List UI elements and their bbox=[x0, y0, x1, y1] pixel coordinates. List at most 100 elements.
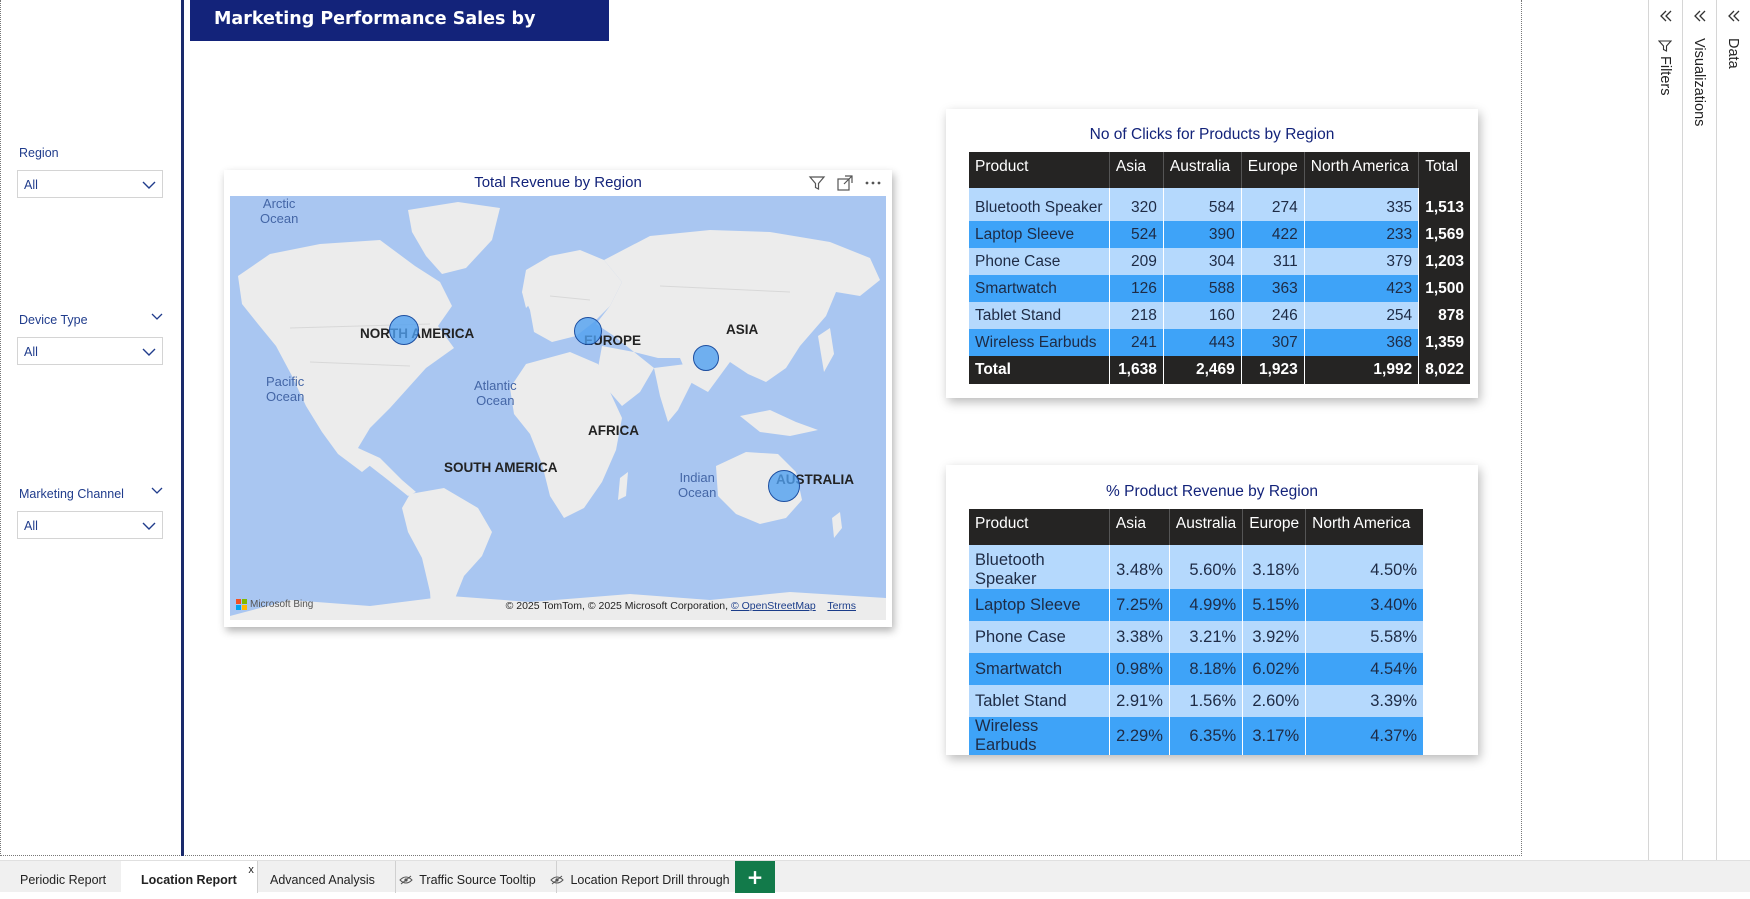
pct-table-title: % Product Revenue by Region bbox=[1106, 483, 1318, 500]
table-row[interactable]: Tablet Stand 2.91% 1.56% 2.60% 3.39% bbox=[969, 685, 1423, 717]
focus-mode-icon[interactable] bbox=[836, 174, 854, 192]
clicks-table-title: No of Clicks for Products by Region bbox=[1089, 126, 1335, 143]
slicer-divider-line bbox=[181, 0, 184, 856]
map-canvas[interactable]: Arctic Ocean Pacific Ocean Atlantic Ocean I… bbox=[230, 196, 886, 620]
cell-value: 233 bbox=[1303, 221, 1419, 248]
table-row[interactable]: Smartwatch 0.98% 8.18% 6.02% 4.54% bbox=[969, 653, 1423, 685]
region-slicer-dropdown[interactable]: All bbox=[17, 170, 163, 198]
tab-location-report[interactable]: Location Report x bbox=[121, 861, 258, 893]
device-type-slicer-dropdown[interactable]: All bbox=[17, 337, 163, 365]
clicks-table-visual[interactable]: No of Clicks for Products by Region Prod… bbox=[946, 109, 1478, 398]
total-value: 1,638 bbox=[1108, 356, 1164, 384]
world-basemap bbox=[230, 202, 886, 620]
map-title: Total Revenue by Region bbox=[474, 174, 642, 191]
collapse-chevron-icon[interactable] bbox=[149, 310, 165, 324]
tab-label: Location Report Drill through bbox=[570, 873, 730, 887]
col-header-australia[interactable]: Australia bbox=[1168, 509, 1243, 545]
cell-value: 4.50% bbox=[1305, 551, 1423, 589]
table-row[interactable]: Laptop Sleeve 7.25% 4.99% 5.15% 3.40% bbox=[969, 589, 1423, 621]
filter-icon[interactable] bbox=[808, 174, 826, 192]
pct-revenue-matrix[interactable]: Product Asia Australia Europe North Amer… bbox=[969, 509, 1423, 755]
table-row[interactable]: Phone Case 3.38% 3.21% 3.92% 5.58% bbox=[969, 621, 1423, 653]
cell-value: 209 bbox=[1108, 248, 1164, 275]
col-header-europe[interactable]: Europe bbox=[1242, 509, 1306, 545]
table-row[interactable]: Bluetooth Speaker 320 584 274 335 1,513 bbox=[969, 194, 1470, 221]
cell-value: 160 bbox=[1162, 302, 1242, 329]
cell-value: 307 bbox=[1240, 329, 1305, 356]
cell-product: Bluetooth Speaker bbox=[969, 194, 1110, 221]
cell-value: 3.21% bbox=[1168, 621, 1243, 653]
cell-product: Phone Case bbox=[969, 248, 1110, 275]
col-header-product[interactable]: Product bbox=[969, 152, 1110, 188]
cell-product: Phone Case bbox=[969, 621, 1110, 653]
map-bubble-europe[interactable] bbox=[574, 317, 602, 345]
col-header-asia[interactable]: Asia bbox=[1108, 509, 1170, 545]
tab-location-report-drill-through[interactable]: Location Report Drill through bbox=[538, 861, 751, 893]
cell-product: Wireless Earbuds bbox=[969, 717, 1110, 755]
cell-value: 5.58% bbox=[1305, 621, 1423, 653]
bing-attribution: Microsoft Bing bbox=[236, 599, 313, 610]
table-row[interactable]: Smartwatch 126 588 363 423 1,500 bbox=[969, 275, 1470, 302]
table-row[interactable]: Phone Case 209 304 311 379 1,203 bbox=[969, 248, 1470, 275]
total-label: Total bbox=[969, 356, 1110, 384]
grand-total-value: 8,022 bbox=[1418, 356, 1470, 384]
tab-periodic-report[interactable]: Periodic Report bbox=[0, 861, 128, 893]
table-row[interactable]: Tablet Stand 218 160 246 254 878 bbox=[969, 302, 1470, 329]
cell-value: 422 bbox=[1240, 221, 1305, 248]
filters-pane[interactable]: Filters bbox=[1648, 0, 1682, 860]
col-header-product[interactable]: Product bbox=[969, 509, 1110, 545]
pct-header-row: Product Asia Australia Europe North Amer… bbox=[969, 509, 1423, 545]
table-row[interactable]: Wireless Earbuds 2.29% 6.35% 3.17% 4.37% bbox=[969, 717, 1423, 755]
cell-value: 4.54% bbox=[1305, 653, 1423, 685]
cell-value: 2.60% bbox=[1242, 685, 1306, 717]
expand-chevron-icon[interactable] bbox=[1658, 8, 1674, 24]
data-pane[interactable]: Data bbox=[1716, 0, 1750, 860]
col-header-asia[interactable]: Asia bbox=[1108, 152, 1164, 188]
add-page-button[interactable]: + bbox=[735, 861, 775, 893]
col-header-europe[interactable]: Europe bbox=[1240, 152, 1305, 188]
filters-pane-label: Filters bbox=[1657, 56, 1673, 96]
pct-revenue-table-visual[interactable]: % Product Revenue by Region Product Asia… bbox=[946, 465, 1478, 755]
report-title: Marketing Performance Sales by Location bbox=[190, 0, 609, 67]
device-type-slicer-value: All bbox=[24, 345, 38, 359]
clicks-matrix[interactable]: Product Asia Australia Europe North Amer… bbox=[969, 152, 1470, 384]
cell-value: 3.17% bbox=[1242, 717, 1306, 755]
cell-value: 3.38% bbox=[1108, 621, 1170, 653]
tab-advanced-analysis[interactable]: Advanced Analysis bbox=[250, 861, 396, 893]
total-row[interactable]: Total 1,638 2,469 1,923 1,992 8,022 bbox=[969, 356, 1470, 384]
table-row[interactable]: Laptop Sleeve 524 390 422 233 1,569 bbox=[969, 221, 1470, 248]
cell-value: 5.60% bbox=[1168, 551, 1243, 589]
total-revenue-map-visual[interactable]: Total Revenue by Region Arctic Ocean Pac… bbox=[224, 170, 892, 627]
visualizations-pane[interactable]: Visualizations bbox=[1682, 0, 1716, 860]
cell-total: 1,359 bbox=[1418, 329, 1470, 356]
cell-value: 379 bbox=[1303, 248, 1419, 275]
collapse-chevron-icon[interactable] bbox=[149, 484, 165, 498]
terms-link[interactable]: Terms bbox=[827, 600, 856, 612]
cell-product: Smartwatch bbox=[969, 653, 1110, 685]
page-border-left bbox=[0, 0, 1, 856]
cell-value: 274 bbox=[1240, 194, 1305, 221]
expand-chevron-icon[interactable] bbox=[1692, 8, 1708, 24]
tab-label: Advanced Analysis bbox=[270, 873, 375, 887]
col-header-north-america[interactable]: North America bbox=[1303, 152, 1419, 188]
filter-icon bbox=[1658, 40, 1672, 52]
col-header-total[interactable]: Total bbox=[1418, 152, 1470, 188]
table-row[interactable]: Bluetooth Speaker 3.48% 5.60% 3.18% 4.50… bbox=[969, 551, 1423, 589]
cell-value: 423 bbox=[1303, 275, 1419, 302]
table-row[interactable]: Wireless Earbuds 241 443 307 368 1,359 bbox=[969, 329, 1470, 356]
data-pane-label: Data bbox=[1725, 38, 1741, 69]
map-bubble-asia[interactable] bbox=[693, 345, 719, 371]
expand-chevron-icon[interactable] bbox=[1726, 8, 1742, 24]
col-header-north-america[interactable]: North America bbox=[1305, 509, 1423, 545]
openstreetmap-link[interactable]: © OpenStreetMap bbox=[731, 600, 816, 612]
more-options-icon[interactable] bbox=[864, 174, 882, 192]
marketing-channel-slicer-dropdown[interactable]: All bbox=[17, 511, 163, 539]
visualizations-pane-label: Visualizations bbox=[1691, 38, 1707, 127]
cell-value: 0.98% bbox=[1108, 653, 1170, 685]
map-bubble-australia[interactable] bbox=[768, 470, 800, 502]
tab-traffic-source-tooltip[interactable]: Traffic Source Tooltip bbox=[389, 861, 557, 893]
map-bubble-north-america[interactable] bbox=[389, 315, 419, 345]
marketing-channel-slicer-value: All bbox=[24, 519, 38, 533]
col-header-australia[interactable]: Australia bbox=[1162, 152, 1242, 188]
cell-value: 390 bbox=[1162, 221, 1242, 248]
